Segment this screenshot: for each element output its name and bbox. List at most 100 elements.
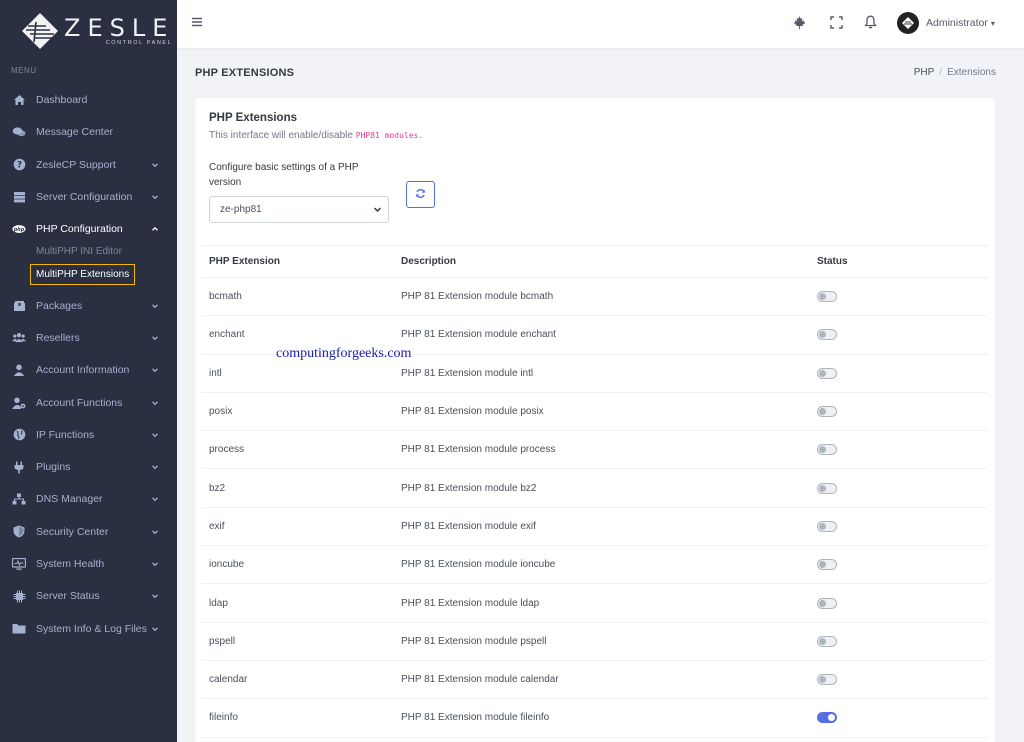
sidebar-item-system-info-log-files[interactable]: System Info & Log Files xyxy=(0,612,177,644)
svg-text:php: php xyxy=(13,227,25,233)
network-icon xyxy=(12,492,26,506)
chevron-down-icon xyxy=(151,463,159,471)
watermark-text: computingforgeeks.com xyxy=(276,346,412,361)
breadcrumb-php[interactable]: PHP xyxy=(914,67,935,78)
table-row: ldap PHP 81 Extension module ldap xyxy=(201,583,988,623)
sidebar-item-server-status[interactable]: Server Status xyxy=(0,580,177,612)
status-toggle-ldap[interactable] xyxy=(817,597,837,609)
sidebar-nav: Dashboard Message Center? ZesleCP Support S… xyxy=(0,84,177,645)
sidebar-item-security-center[interactable]: Security Center xyxy=(0,516,177,548)
table-row: calendar PHP 81 Extension module calendar xyxy=(201,660,988,700)
extension-description: PHP 81 Extension module posix xyxy=(393,392,809,432)
user-icon xyxy=(12,363,26,377)
status-toggle-intl[interactable] xyxy=(817,367,837,379)
extension-name: bz2 xyxy=(201,468,393,508)
chevron-down-icon xyxy=(151,193,159,201)
sidebar-item-dashboard[interactable]: Dashboard xyxy=(0,84,177,116)
extensions-table: PHP Extension Description Status bcmath P… xyxy=(201,245,988,738)
sidebar-item-account-functions[interactable]: Account Functions xyxy=(0,386,177,418)
notification-bell-icon[interactable] xyxy=(862,14,878,30)
php-version-select[interactable]: ze-php81 xyxy=(209,196,389,223)
card-description-text: This interface will enable/disable xyxy=(209,130,353,141)
chevron-down-icon xyxy=(151,334,159,342)
user-gear-icon xyxy=(12,396,26,410)
chevron-down-icon: ▾ xyxy=(990,18,995,28)
sidebar-subitem-multiphp-extensions[interactable]: MultiPHP Extensions xyxy=(0,263,177,286)
status-toggle-fileinfo[interactable] xyxy=(817,712,837,724)
status-cell xyxy=(809,354,988,393)
extension-name: pspell xyxy=(201,622,393,661)
status-toggle-ioncube[interactable] xyxy=(817,559,837,571)
brand-logo[interactable]: ZESLE CONTROL PANEL xyxy=(0,0,177,62)
breadcrumb: PHP / Extensions xyxy=(914,67,996,78)
sidebar-item-server-configuration[interactable]: Server Configuration xyxy=(0,181,177,213)
chip-icon xyxy=(12,589,26,603)
sidebar-item-label: Server Status xyxy=(36,590,100,603)
sidebar-item-ip-functions[interactable]: IP Functions xyxy=(0,419,177,451)
table-row: pspell PHP 81 Extension module pspell xyxy=(201,622,988,661)
table-row: bcmath PHP 81 Extension module bcmath xyxy=(201,277,988,317)
plug-icon xyxy=(12,460,26,474)
sidebar: ZESLE CONTROL PANEL MENU Dashboard Messag… xyxy=(0,0,177,742)
chevron-up-icon xyxy=(151,225,159,233)
menu-toggle-icon[interactable] xyxy=(191,16,203,28)
server-icon xyxy=(12,190,26,204)
sidebar-item-packages[interactable]: Packages xyxy=(0,289,177,321)
config-label: Configure basic settings of a PHP versio… xyxy=(209,162,359,188)
sidebar-item-zeslecp-support[interactable]: ? ZesleCP Support xyxy=(0,149,177,181)
extension-name: fileinfo xyxy=(201,698,393,738)
shield-icon xyxy=(12,525,26,539)
extension-description: PHP 81 Extension module enchant xyxy=(393,315,809,355)
breadcrumb-extensions: Extensions xyxy=(947,67,996,78)
user-menu[interactable]: Administrator ▾ xyxy=(897,12,995,34)
sidebar-item-label: Security Center xyxy=(36,525,109,538)
home-icon xyxy=(12,93,26,107)
sidebar-item-system-health[interactable]: System Health xyxy=(0,548,177,580)
sidebar-item-label: DNS Manager xyxy=(36,493,103,506)
sidebar-item-plugins[interactable]: Plugins xyxy=(0,451,177,483)
chevron-down-icon xyxy=(151,495,159,503)
status-toggle-process[interactable] xyxy=(817,444,837,456)
sidebar-item-label: System Health xyxy=(36,558,105,570)
status-toggle-pspell[interactable] xyxy=(817,635,837,647)
sidebar-item-resellers[interactable]: Resellers xyxy=(0,322,177,354)
folder-icon xyxy=(12,622,26,636)
chevron-down-icon xyxy=(151,366,159,374)
maple-leaf-icon[interactable] xyxy=(791,14,807,30)
sidebar-item-label: ZesleCP Support xyxy=(36,158,116,171)
chat-icon xyxy=(12,125,26,139)
zesle-logo-icon xyxy=(20,11,60,51)
status-cell xyxy=(809,507,988,547)
sidebar-item-label: IP Functions xyxy=(36,428,95,441)
status-cell xyxy=(809,698,988,738)
status-toggle-posix[interactable] xyxy=(817,406,837,418)
extension-description: PHP 81 Extension module intl xyxy=(393,354,809,393)
status-toggle-bz2[interactable] xyxy=(817,482,837,494)
status-toggle-exif[interactable] xyxy=(817,520,837,532)
sidebar-item-dns-manager[interactable]: DNS Manager xyxy=(0,483,177,515)
fullscreen-icon[interactable] xyxy=(828,14,844,30)
sidebar-item-account-information[interactable]: Account Information xyxy=(0,354,177,386)
status-toggle-bcmath[interactable] xyxy=(817,291,837,303)
breadcrumb-separator: / xyxy=(939,67,943,78)
column-header-status: Status xyxy=(809,245,988,278)
sidebar-item-php-configuration[interactable]: php PHP Configuration xyxy=(0,213,177,245)
extension-name: ioncube xyxy=(201,545,393,585)
sidebar-item-label: Message Center xyxy=(36,126,114,139)
extension-description: PHP 81 Extension module bcmath xyxy=(393,277,809,317)
status-cell xyxy=(809,545,988,585)
status-toggle-calendar[interactable] xyxy=(817,674,837,686)
globe-icon xyxy=(12,428,26,442)
status-cell xyxy=(809,392,988,432)
refresh-button[interactable] xyxy=(406,181,435,208)
sidebar-item-message-center[interactable]: Message Center xyxy=(0,116,177,148)
chevron-down-icon xyxy=(151,560,159,568)
status-cell xyxy=(809,430,988,470)
extension-name: bcmath xyxy=(201,277,393,317)
sidebar-item-label: System Info & Log Files xyxy=(36,622,147,635)
user-name: Administrator xyxy=(926,17,988,29)
sidebar-subitem-label: MultiPHP Extensions xyxy=(30,264,136,286)
status-toggle-enchant[interactable] xyxy=(817,329,837,341)
menu-title: MENU xyxy=(11,66,37,75)
status-cell xyxy=(809,660,988,700)
